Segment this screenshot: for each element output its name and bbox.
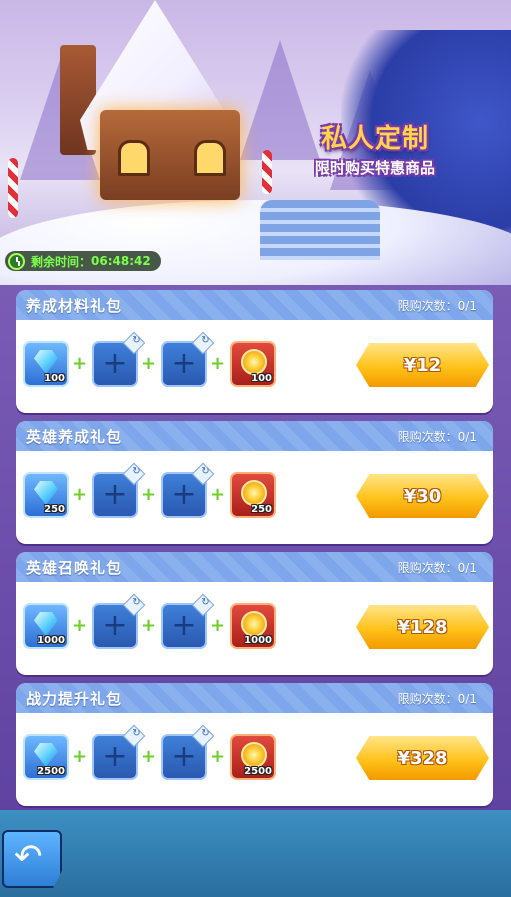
gold-medal-icon (241, 480, 267, 506)
blue-diamond-icon (34, 350, 58, 374)
pack-header: 英雄召唤礼包 限购次数：0/1 (16, 552, 493, 582)
house-window (118, 140, 150, 176)
snow-ground (0, 200, 511, 285)
medal-quantity: 2500 (244, 766, 272, 777)
bottom-bar: ↶ (0, 810, 511, 897)
blue-diamond-icon (34, 612, 58, 636)
medal-reward-slot[interactable]: 2500 (230, 734, 276, 780)
plus-icon: + (210, 746, 226, 767)
purchase-limit: 限购次数：0/1 (397, 691, 477, 706)
pack-body: 100 + + + + + 100 ¥12 (16, 320, 493, 413)
pack-card: 养成材料礼包 限购次数：0/1 100 + + + + + 100 ¥12 (16, 290, 493, 413)
plus-icon: + (141, 353, 157, 374)
medal-reward-slot[interactable]: 100 (230, 341, 276, 387)
plus-icon: + (210, 484, 226, 505)
blue-diamond-icon (34, 743, 58, 767)
banner-title: 私人定制 (320, 124, 429, 154)
pack-header: 英雄养成礼包 限购次数：0/1 (16, 421, 493, 451)
gem-reward-slot[interactable]: 100 (23, 341, 69, 387)
purchase-limit: 限购次数：0/1 (397, 560, 477, 575)
plus-icon: + (141, 484, 157, 505)
gem-quantity: 2500 (37, 766, 65, 777)
snow-stairs (260, 200, 380, 260)
gem-quantity: 100 (44, 373, 65, 384)
timer-label: 剩余时间： (31, 254, 92, 269)
gingerbread-house (60, 0, 245, 210)
pack-title: 英雄召唤礼包 (26, 558, 123, 577)
purchase-limit: 限购次数：0/1 (397, 429, 477, 444)
empty-reward-slot[interactable]: + (161, 593, 215, 649)
medal-reward-slot[interactable]: 250 (230, 472, 276, 518)
pack-title: 英雄养成礼包 (26, 427, 123, 446)
gold-medal-icon (241, 349, 267, 375)
pack-title: 战力提升礼包 (26, 689, 123, 708)
empty-reward-slot[interactable]: + (92, 593, 146, 649)
pack-card: 英雄养成礼包 限购次数：0/1 250 + + + + + 250 ¥30 (16, 421, 493, 544)
gem-quantity: 250 (44, 504, 65, 515)
purchase-limit: 限购次数：0/1 (397, 298, 477, 313)
gold-medal-icon (241, 742, 267, 768)
candy-cane (262, 150, 272, 194)
price-button[interactable]: ¥12 (356, 343, 489, 387)
candy-cane (8, 158, 18, 218)
gem-reward-slot[interactable]: 1000 (23, 603, 69, 649)
pack-header: 战力提升礼包 限购次数：0/1 (16, 683, 493, 713)
pack-card: 英雄召唤礼包 限购次数：0/1 1000 + + + + + 1000 ¥128 (16, 552, 493, 675)
banner: 私人定制 限时购买特惠商品 剩余时间： 06:48:42 (0, 0, 511, 285)
pack-body: 250 + + + + + 250 ¥30 (16, 451, 493, 544)
medal-quantity: 1000 (244, 635, 272, 646)
plus-icon: + (72, 484, 88, 505)
plus-icon: + (72, 353, 88, 374)
plus-icon: + (210, 353, 226, 374)
plus-icon: + (141, 615, 157, 636)
price-button[interactable]: ¥328 (356, 736, 489, 780)
pack-card: 战力提升礼包 限购次数：0/1 2500 + + + + + 2500 ¥328 (16, 683, 493, 806)
plus-icon: + (72, 746, 88, 767)
back-button[interactable]: ↶ (2, 830, 62, 888)
gem-quantity: 1000 (37, 635, 65, 646)
plus-icon: + (72, 615, 88, 636)
medal-quantity: 250 (251, 504, 272, 515)
empty-reward-slot[interactable]: + (161, 724, 215, 780)
timer-value: 06:48:42 (91, 254, 151, 268)
price-button[interactable]: ¥30 (356, 474, 489, 518)
pack-body: 1000 + + + + + 1000 ¥128 (16, 582, 493, 675)
gem-reward-slot[interactable]: 250 (23, 472, 69, 518)
pack-body: 2500 + + + + + 2500 ¥328 (16, 713, 493, 806)
medal-quantity: 100 (251, 373, 272, 384)
banner-subtitle: 限时购买特惠商品 (314, 159, 435, 177)
gold-medal-icon (241, 611, 267, 637)
empty-reward-slot[interactable]: + (92, 331, 146, 387)
empty-reward-slot[interactable]: + (161, 462, 215, 518)
back-arrow-icon: ↶ (14, 837, 43, 877)
empty-reward-slot[interactable]: + (92, 462, 146, 518)
price-button[interactable]: ¥128 (356, 605, 489, 649)
gem-reward-slot[interactable]: 2500 (23, 734, 69, 780)
blue-diamond-icon (34, 481, 58, 505)
plus-icon: + (210, 615, 226, 636)
countdown-timer: 剩余时间： 06:48:42 (5, 251, 161, 271)
empty-reward-slot[interactable]: + (161, 331, 215, 387)
pack-title: 养成材料礼包 (26, 296, 123, 315)
medal-reward-slot[interactable]: 1000 (230, 603, 276, 649)
empty-reward-slot[interactable]: + (92, 724, 146, 780)
pack-header: 养成材料礼包 限购次数：0/1 (16, 290, 493, 320)
plus-icon: + (141, 746, 157, 767)
house-window (194, 140, 226, 176)
clock-icon (8, 253, 25, 270)
